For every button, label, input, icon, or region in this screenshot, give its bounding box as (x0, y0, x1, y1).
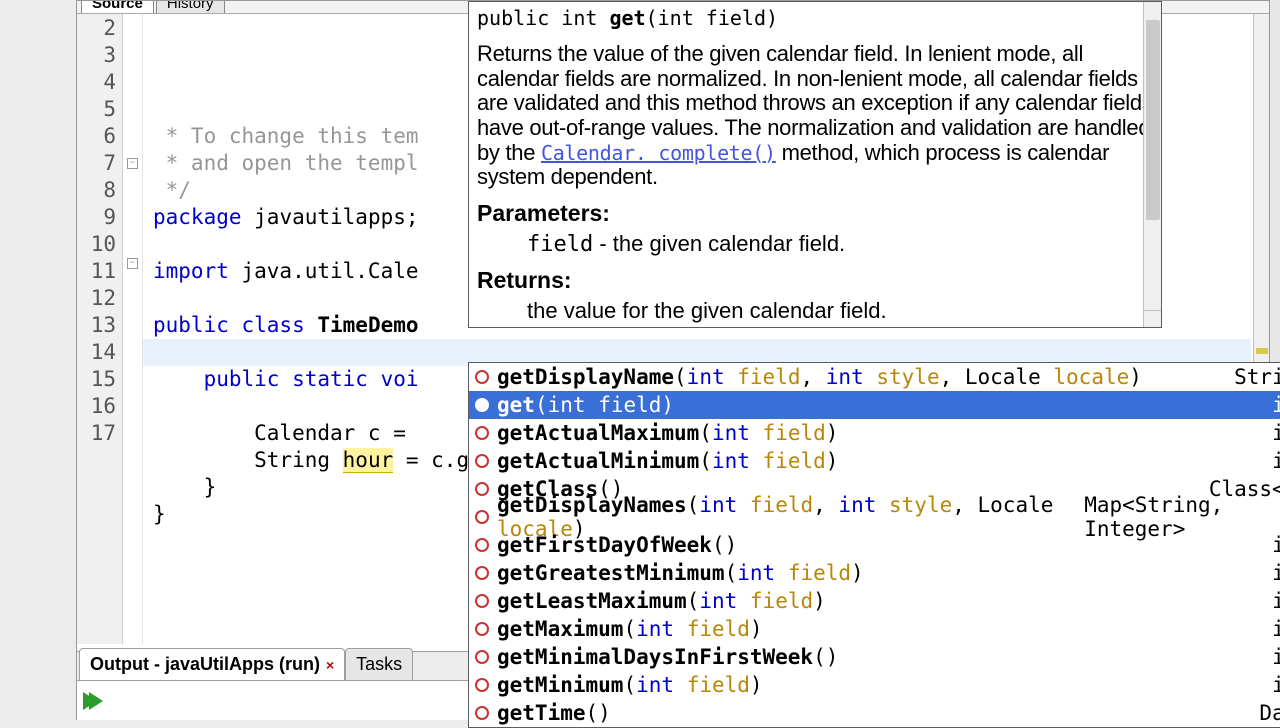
code-keyword: package (153, 205, 242, 229)
javadoc-popup: public int get(int field) Returns the va… (468, 1, 1162, 328)
completion-item[interactable]: getLeastMaximum(int field)int (469, 587, 1280, 615)
code-line: * and open the templ (153, 151, 419, 175)
fold-toggle-icon[interactable]: − (127, 258, 138, 269)
javadoc-description: Returns the value of the given calendar … (477, 42, 1153, 190)
completion-item[interactable]: getMinimalDaysInFirstWeek()int (469, 643, 1280, 671)
method-icon (475, 622, 489, 636)
code-completion-popup[interactable]: getDisplayName(int field, int style, Loc… (468, 362, 1280, 728)
line-gutter: 234567891011121314151617 (77, 14, 123, 644)
completion-item[interactable]: getGreatestMinimum(int field)int (469, 559, 1280, 587)
code-line: */ (153, 178, 191, 202)
fold-gutter[interactable]: − − (123, 14, 143, 644)
method-icon (475, 510, 489, 524)
javadoc-signature: public int get(int field) (477, 6, 1153, 36)
close-icon[interactable]: × (326, 657, 334, 673)
resize-handle[interactable] (1143, 310, 1161, 327)
code-text: } (153, 475, 216, 499)
method-icon (475, 538, 489, 552)
method-icon (475, 706, 489, 720)
method-icon (475, 566, 489, 580)
code-keyword: public class (153, 313, 317, 337)
code-keyword: import (153, 259, 229, 283)
code-text: Calendar c = (153, 421, 419, 445)
completion-item[interactable]: getMinimum(int field)int (469, 671, 1280, 699)
completion-item[interactable]: getMaximum(int field)int (469, 615, 1280, 643)
code-classname: TimeDemo (317, 313, 418, 337)
completion-item[interactable]: getDisplayNames(int field, int style, Lo… (469, 503, 1280, 531)
method-icon (475, 650, 489, 664)
tab-history[interactable]: History (156, 1, 225, 14)
completion-item[interactable]: get(int field)int (469, 391, 1280, 419)
code-warning: hour (343, 448, 394, 473)
code-text: String (153, 448, 343, 472)
fold-toggle-icon[interactable]: − (127, 158, 138, 169)
tab-output[interactable]: Output - javaUtilApps (run)× (79, 648, 345, 680)
completion-item[interactable]: getTime()Date (469, 699, 1280, 727)
code-text: } (153, 502, 166, 526)
run-icon (89, 692, 103, 710)
tab-source[interactable]: Source (81, 1, 154, 14)
javadoc-return: the value for the given calendar field. (477, 298, 1153, 324)
method-icon (475, 594, 489, 608)
javadoc-link[interactable]: Calendar. complete() (541, 141, 776, 165)
javadoc-scrollbar[interactable]: ▾ (1143, 2, 1161, 312)
javadoc-returns-heading: Returns: (477, 267, 1153, 295)
code-keyword: public static voi (153, 367, 419, 391)
method-icon (475, 454, 489, 468)
method-icon (475, 398, 489, 412)
code-text: javautilapps; (242, 205, 419, 229)
code-text: java.util.Cale (229, 259, 419, 283)
completion-item[interactable]: getActualMaximum(int field)int (469, 419, 1280, 447)
code-line: * To change this tem (153, 124, 419, 148)
method-icon (475, 482, 489, 496)
method-icon (475, 370, 489, 384)
completion-item[interactable]: getActualMinimum(int field)int (469, 447, 1280, 475)
javadoc-param: field - the given calendar field. (477, 231, 1153, 258)
scrollbar-thumb[interactable] (1146, 20, 1160, 220)
method-icon (475, 426, 489, 440)
javadoc-params-heading: Parameters: (477, 200, 1153, 228)
method-icon (475, 678, 489, 692)
completion-item[interactable]: getDisplayName(int field, int style, Loc… (469, 363, 1280, 391)
editor-frame: Source History 234567891011121314151617 … (76, 0, 1270, 720)
tab-tasks[interactable]: Tasks (345, 648, 413, 680)
